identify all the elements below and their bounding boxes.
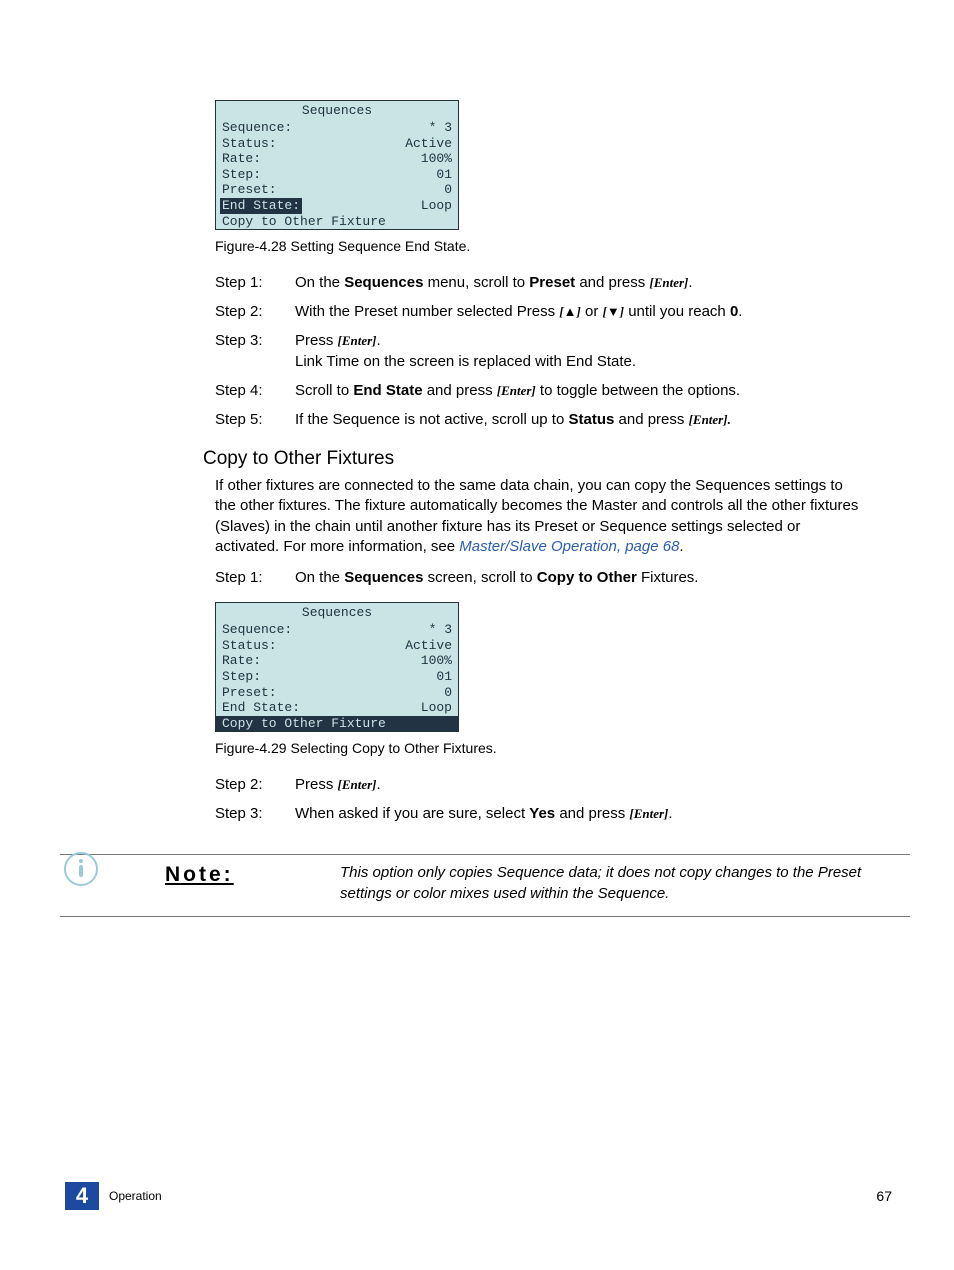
step-a1: Step 1: On the Sequences menu, scroll to… bbox=[215, 272, 865, 293]
enter-key-icon: [Enter]. bbox=[689, 412, 731, 427]
page-footer: 4 Operation 67 bbox=[0, 1182, 954, 1210]
step-label: Step 2: bbox=[215, 301, 295, 322]
footer-page-number: 67 bbox=[876, 1188, 892, 1204]
step-label: Step 5: bbox=[215, 409, 295, 430]
step-label: Step 3: bbox=[215, 330, 295, 372]
lcd-screen-2: Sequences Sequence:* 3 Status:Active Rat… bbox=[215, 602, 459, 732]
step-body: With the Preset number selected Press [▲… bbox=[295, 301, 865, 322]
lcd2-row-preset: Preset:0 bbox=[216, 685, 458, 701]
step-body: On the Sequences menu, scroll to Preset … bbox=[295, 272, 865, 293]
step-a3: Step 3: Press [Enter]. Link Time on the … bbox=[215, 330, 865, 372]
step-label: Step 1: bbox=[215, 567, 295, 588]
enter-key-icon: [Enter] bbox=[497, 383, 536, 398]
lcd2-row-endstate: End State:Loop bbox=[216, 700, 458, 716]
step-body: Scroll to End State and press [Enter] to… bbox=[295, 380, 865, 401]
lcd1-title: Sequences bbox=[216, 101, 458, 120]
enter-key-icon: [Enter] bbox=[629, 806, 668, 821]
footer-section-name: Operation bbox=[109, 1189, 162, 1203]
lcd1-row-preset: Preset:0 bbox=[216, 182, 458, 198]
note-text: This option only copies Sequence data; i… bbox=[340, 863, 910, 904]
lcd2-row-status: Status:Active bbox=[216, 638, 458, 654]
lcd-screen-1: Sequences Sequence:* 3 Status:Active Rat… bbox=[215, 100, 459, 230]
lcd1-row-step: Step:01 bbox=[216, 167, 458, 183]
section-heading-copy: Copy to Other Fixtures bbox=[203, 448, 865, 470]
lcd1-row-sequence: Sequence:* 3 bbox=[216, 120, 458, 136]
step-c2: Step 2: Press [Enter]. bbox=[215, 774, 865, 795]
step-label: Step 3: bbox=[215, 803, 295, 824]
note-block: Note: This option only copies Sequence d… bbox=[60, 854, 910, 917]
down-key-icon: [▼] bbox=[603, 304, 625, 319]
lcd1-row-copy: Copy to Other Fixture bbox=[216, 214, 458, 230]
step-body: Press [Enter]. Link Time on the screen i… bbox=[295, 330, 865, 372]
lcd2-row-rate: Rate:100% bbox=[216, 653, 458, 669]
lcd2-title: Sequences bbox=[216, 603, 458, 622]
step-body: If the Sequence is not active, scroll up… bbox=[295, 409, 865, 430]
lcd1-row-endstate: End State:Loop bbox=[216, 198, 458, 214]
step-b1: Step 1: On the Sequences screen, scroll … bbox=[215, 567, 865, 588]
lcd2-row-copy: Copy to Other Fixture bbox=[216, 716, 458, 732]
chapter-tab: 4 bbox=[65, 1182, 99, 1210]
up-key-icon: [▲] bbox=[559, 304, 581, 319]
step-body: On the Sequences screen, scroll to Copy … bbox=[295, 567, 865, 588]
lcd1-row-status: Status:Active bbox=[216, 136, 458, 152]
step-label: Step 4: bbox=[215, 380, 295, 401]
step-body: Press [Enter]. bbox=[295, 774, 865, 795]
step-a5: Step 5: If the Sequence is not active, s… bbox=[215, 409, 865, 430]
step-a2: Step 2: With the Preset number selected … bbox=[215, 301, 865, 322]
footer-left: 4 Operation bbox=[65, 1182, 162, 1210]
lcd2-row-sequence: Sequence:* 3 bbox=[216, 622, 458, 638]
enter-key-icon: [Enter] bbox=[649, 275, 688, 290]
info-icon bbox=[63, 851, 99, 891]
lcd1-row-rate: Rate:100% bbox=[216, 151, 458, 167]
enter-key-icon: [Enter] bbox=[338, 333, 377, 348]
step-label: Step 2: bbox=[215, 774, 295, 795]
paragraph-copy-info: If other fixtures are connected to the s… bbox=[215, 476, 865, 557]
link-master-slave[interactable]: Master/Slave Operation, page 68 bbox=[459, 538, 679, 555]
content-area: Sequences Sequence:* 3 Status:Active Rat… bbox=[215, 100, 865, 917]
figure-4-29-caption: Figure-4.29 Selecting Copy to Other Fixt… bbox=[215, 740, 865, 756]
step-label: Step 1: bbox=[215, 272, 295, 293]
step-a4: Step 4: Scroll to End State and press [E… bbox=[215, 380, 865, 401]
figure-4-28-caption: Figure-4.28 Setting Sequence End State. bbox=[215, 238, 865, 254]
step-body: When asked if you are sure, select Yes a… bbox=[295, 803, 865, 824]
note-label: Note: bbox=[165, 863, 340, 887]
page: Sequences Sequence:* 3 Status:Active Rat… bbox=[0, 0, 954, 1270]
step-c3: Step 3: When asked if you are sure, sele… bbox=[215, 803, 865, 824]
enter-key-icon: [Enter] bbox=[338, 777, 377, 792]
lcd2-row-step: Step:01 bbox=[216, 669, 458, 685]
